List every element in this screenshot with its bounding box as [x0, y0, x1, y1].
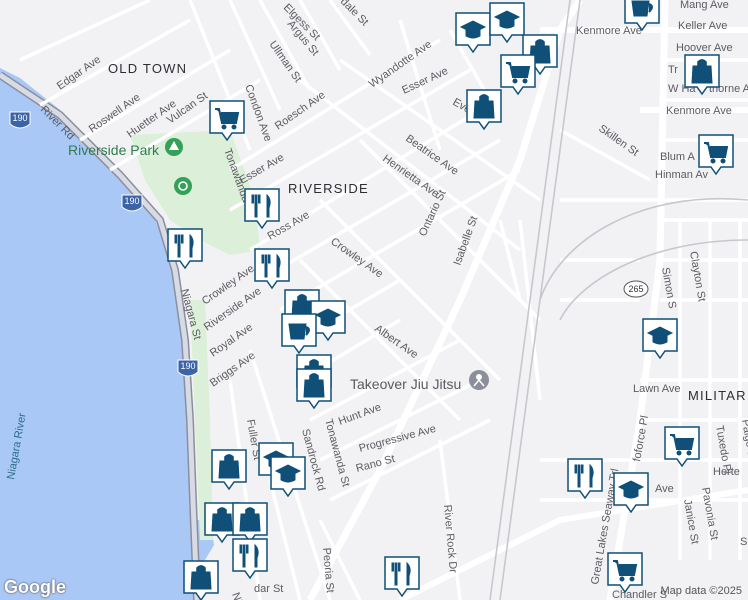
svg-text:S: S	[740, 536, 747, 548]
svg-text:190: 190	[12, 113, 27, 123]
park-marker-icon	[174, 177, 192, 195]
google-logo: Google	[4, 577, 66, 597]
riverside-park-label[interactable]: Riverside Park	[68, 142, 160, 158]
svg-text:265: 265	[628, 284, 643, 294]
map-canvas[interactable]: 190 190 190 265 OLD TOWN RIVERSIDE MILIT…	[0, 0, 748, 600]
svg-text:Chandler S: Chandler S	[612, 589, 667, 600]
takeover-jiu-jitsu-label[interactable]: Takeover Jiu Jitsu	[350, 376, 461, 392]
svg-text:190: 190	[124, 196, 139, 206]
i190-shield-middle: 190	[121, 194, 143, 212]
svg-text:190: 190	[180, 361, 195, 371]
i190-shield-top: 190	[9, 111, 31, 129]
route-265-shield: 265	[623, 280, 649, 298]
park-tree-icon	[165, 138, 183, 156]
svg-text:Kenmore Ave: Kenmore Ave	[666, 105, 732, 117]
svg-text:Lawn Ave: Lawn Ave	[633, 383, 681, 395]
map-attribution[interactable]: Map data ©2025	[661, 585, 743, 597]
svg-text:dar St: dar St	[254, 583, 283, 595]
old-town-label: OLD TOWN	[108, 61, 187, 76]
svg-text:Tr: Tr	[668, 64, 678, 76]
svg-text:Blum A: Blum A	[660, 151, 696, 163]
riverside-label: RIVERSIDE	[288, 181, 369, 196]
svg-text:Mang Ave: Mang Ave	[680, 0, 729, 11]
military-label: MILITAR	[688, 388, 747, 403]
svg-text:Herte: Herte	[713, 466, 740, 478]
svg-text:Keller Ave: Keller Ave	[678, 20, 727, 32]
svg-text:Hinman Av: Hinman Av	[655, 169, 708, 181]
fitness-pin-icon[interactable]	[469, 370, 489, 390]
i190-shield-bottom: 190	[177, 359, 199, 377]
svg-text:Ave: Ave	[655, 483, 674, 495]
svg-text:Hoover Ave: Hoover Ave	[676, 42, 733, 54]
svg-text:Kenmore Ave: Kenmore Ave	[576, 25, 642, 37]
